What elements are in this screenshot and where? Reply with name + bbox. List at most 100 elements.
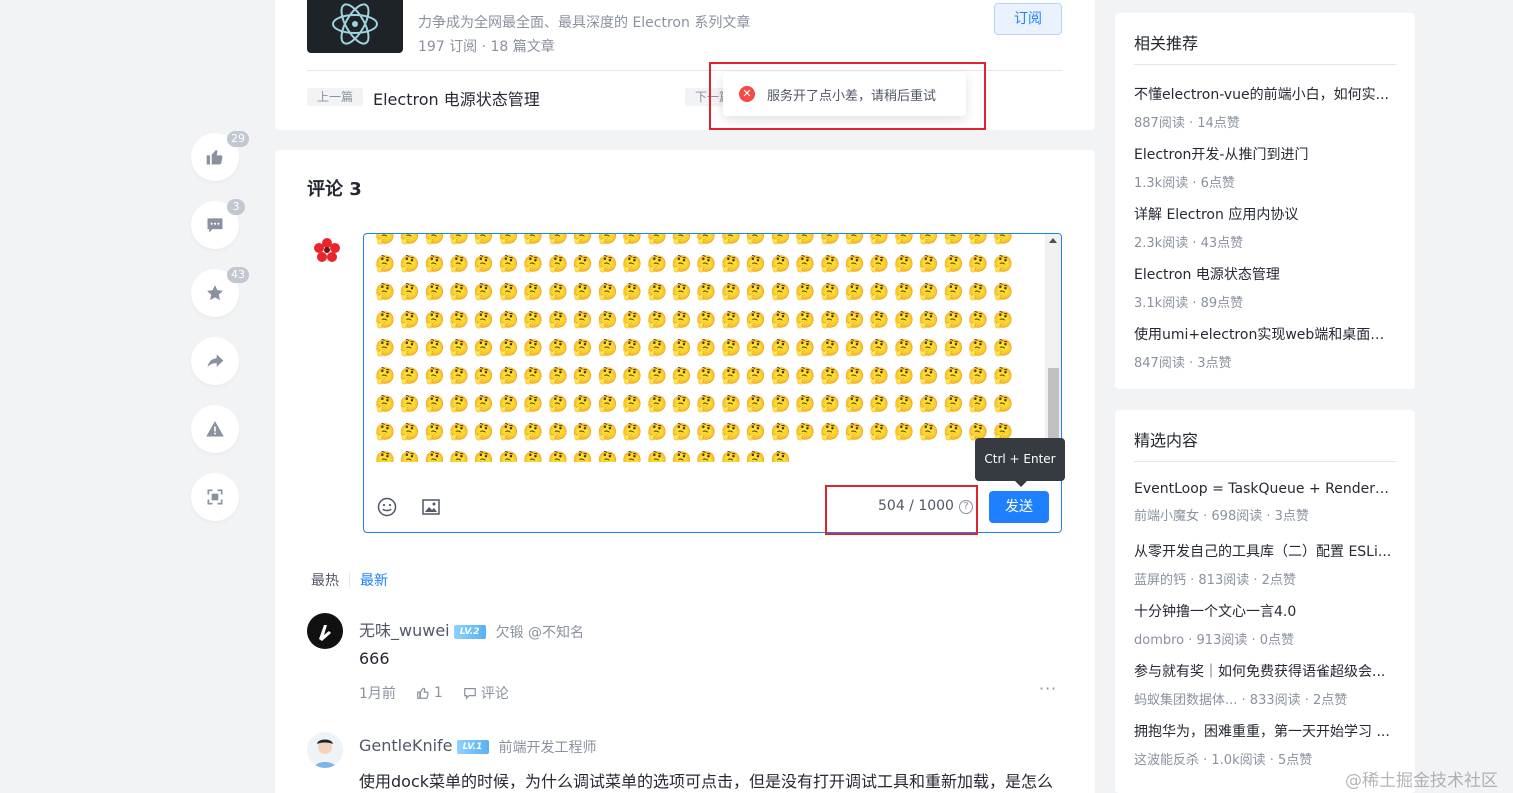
thumbs-up-icon bbox=[417, 687, 429, 699]
article-title[interactable]: 不懂electron-vue的前端小白，如何实... bbox=[1134, 84, 1396, 104]
featured-article-item[interactable]: EventLoop = TaskQueue + RenderQu... 前端小魔女… bbox=[1134, 481, 1396, 524]
comment-count-badge: 3 bbox=[227, 199, 245, 215]
comment-sort-tabs: 最热 最新 bbox=[311, 570, 388, 590]
subscribe-button[interactable]: 订阅 bbox=[994, 3, 1062, 35]
username-link[interactable]: 无味_wuwei bbox=[359, 621, 450, 640]
related-article-item[interactable]: 使用umi+electron实现web端和桌面端... 847阅读 · 3点赞 bbox=[1134, 324, 1396, 371]
comment-author: 无味_wuwei LV.2 欠锻 @不知名 bbox=[359, 617, 584, 642]
smiley-icon bbox=[377, 497, 397, 517]
collect-count-badge: 43 bbox=[227, 267, 249, 283]
thumbs-up-icon bbox=[206, 149, 223, 165]
avatar[interactable] bbox=[307, 613, 343, 649]
image-icon bbox=[422, 499, 440, 515]
divider bbox=[1134, 461, 1396, 462]
comment-time: 1月前 bbox=[359, 686, 396, 702]
comment-icon bbox=[207, 218, 223, 233]
article-meta: dombro · 913阅读 · 0点赞 bbox=[1134, 633, 1295, 648]
tab-new[interactable]: 最新 bbox=[360, 570, 388, 590]
featured-article-item[interactable]: 从零开发自己的工具库（二）配置 ESLi... 蓝屏的钙 · 813阅读 · 2点… bbox=[1134, 541, 1396, 588]
reply-icon bbox=[463, 688, 476, 700]
comment-author: GentleKnife LV.1 前端开发工程师 bbox=[359, 736, 597, 757]
divider bbox=[349, 573, 350, 587]
article-meta: 3.1k阅读 · 89点赞 bbox=[1134, 296, 1244, 311]
send-button[interactable]: 发送 bbox=[989, 491, 1049, 523]
related-article-item[interactable]: 详解 Electron 应用内协议 2.3k阅读 · 43点赞 bbox=[1134, 204, 1396, 251]
article-meta: 前端小魔女 · 698阅读 · 3点赞 bbox=[1134, 509, 1309, 524]
highlight-box-toast bbox=[709, 62, 986, 130]
comment-like-button[interactable]: 1 bbox=[416, 685, 443, 701]
comment-text: 666 bbox=[359, 649, 390, 668]
column-stats: 197 订阅 · 18 篇文章 bbox=[418, 39, 555, 55]
share-icon bbox=[207, 354, 224, 368]
divider bbox=[1134, 64, 1396, 65]
article-title[interactable]: Electron 电源状态管理 bbox=[1134, 264, 1396, 284]
level-badge: LV.2 bbox=[453, 624, 486, 639]
prev-article-link[interactable]: Electron 电源状态管理 bbox=[373, 86, 540, 110]
article-title[interactable]: 详解 Electron 应用内协议 bbox=[1134, 204, 1396, 224]
article-title[interactable]: 从零开发自己的工具库（二）配置 ESLi... bbox=[1134, 541, 1396, 561]
emoji-picker-button[interactable] bbox=[376, 496, 398, 518]
article-title[interactable]: 使用umi+electron实现web端和桌面端... bbox=[1134, 324, 1396, 344]
related-articles-card: 相关推荐 不懂electron-vue的前端小白，如何实... 887阅读 · 1… bbox=[1115, 13, 1415, 389]
comment-button[interactable]: 3 bbox=[191, 199, 245, 249]
article-meta: 2.3k阅读 · 43点赞 bbox=[1134, 236, 1244, 251]
article-meta: 蚂蚁集团数据体... · 833阅读 · 2点赞 bbox=[1134, 693, 1348, 708]
related-article-item[interactable]: 不懂electron-vue的前端小白，如何实... 887阅读 · 14点赞 bbox=[1134, 84, 1396, 131]
featured-article-item[interactable]: 拥抱华为，困难重重，第一天开始学习 ... 这波能反杀 · 1.0k阅读 · 5点… bbox=[1134, 721, 1396, 768]
article-meta: 蓝屏的钙 · 813阅读 · 2点赞 bbox=[1134, 573, 1296, 588]
related-article-item[interactable]: Electron 电源状态管理 3.1k阅读 · 89点赞 bbox=[1134, 264, 1396, 311]
article-title[interactable]: 拥抱华为，困难重重，第一天开始学习 ... bbox=[1134, 721, 1396, 741]
comment-item: GentleKnife LV.1 前端开发工程师 使用dock菜单的时候，为什么调试… bbox=[307, 732, 1067, 793]
article-meta: 887阅读 · 14点赞 bbox=[1134, 116, 1240, 131]
featured-content-card: 精选内容 EventLoop = TaskQueue + RenderQu...… bbox=[1115, 410, 1415, 793]
reply-label: 评论 bbox=[480, 686, 509, 702]
comment-input[interactable]: 🤔🤔🤔🤔🤔🤔🤔🤔🤔🤔🤔🤔🤔🤔🤔🤔🤔🤔🤔🤔🤔🤔🤔🤔🤔🤔🤔🤔🤔🤔🤔🤔🤔🤔🤔🤔🤔🤔🤔🤔… bbox=[375, 234, 1035, 462]
related-articles-title: 相关推荐 bbox=[1134, 34, 1199, 53]
user-avatar-icon bbox=[307, 732, 343, 768]
level-badge: LV.1 bbox=[456, 739, 489, 754]
comment-like-count: 1 bbox=[433, 685, 443, 701]
comment-section: 评论 3 🤔🤔🤔🤔🤔🤔🤔🤔🤔🤔🤔🤔🤔🤔🤔🤔🤔🤔🤔🤔🤔🤔🤔🤔🤔🤔🤔🤔🤔🤔🤔🤔🤔🤔🤔… bbox=[275, 150, 1095, 793]
highlight-box-counter bbox=[825, 485, 978, 535]
share-button[interactable] bbox=[191, 337, 239, 385]
related-article-item[interactable]: Electron开发-从推门到进门 1.3k阅读 · 6点赞 bbox=[1134, 144, 1396, 191]
fullscreen-button[interactable] bbox=[191, 473, 239, 521]
electron-logo-icon bbox=[332, 3, 378, 45]
more-options-icon[interactable]: ··· bbox=[1039, 679, 1057, 698]
article-title[interactable]: 十分钟撸一个文心一言4.0 bbox=[1134, 601, 1396, 621]
image-upload-button[interactable] bbox=[420, 496, 442, 518]
like-count-badge: 29 bbox=[227, 131, 249, 147]
like-button[interactable]: 29 bbox=[191, 131, 249, 181]
user-job-title: 前端开发工程师 bbox=[498, 739, 597, 756]
featured-article-item[interactable]: 十分钟撸一个文心一言4.0 dombro · 913阅读 · 0点赞 bbox=[1134, 601, 1396, 648]
collect-button[interactable]: 43 bbox=[191, 267, 249, 317]
comment-text: 使用dock菜单的时候，为什么调试菜单的选项可点击，但是没有打开调试工具和重新加… bbox=[359, 772, 1054, 791]
send-shortcut-tooltip: Ctrl + Enter bbox=[975, 438, 1065, 487]
focus-mode-icon bbox=[207, 489, 223, 505]
star-icon bbox=[207, 285, 223, 301]
current-user-avatar[interactable] bbox=[311, 236, 343, 268]
column-cover-image[interactable] bbox=[307, 0, 403, 53]
tab-hot[interactable]: 最热 bbox=[311, 570, 339, 590]
featured-content-title: 精选内容 bbox=[1134, 431, 1199, 450]
avatar[interactable] bbox=[307, 732, 343, 768]
user-job-title: 欠锻 @不知名 bbox=[495, 624, 585, 641]
featured-article-item[interactable]: 参与就有奖｜如何免费获得语雀超级会... 蚂蚁集团数据体... · 833阅读 ·… bbox=[1134, 661, 1396, 708]
article-meta: 847阅读 · 3点赞 bbox=[1134, 356, 1232, 371]
scroll-up-arrow-icon[interactable] bbox=[1049, 238, 1057, 243]
watermark: @稀土掘金技术社区 bbox=[1345, 771, 1498, 791]
warning-icon bbox=[206, 421, 224, 437]
article-title[interactable]: EventLoop = TaskQueue + RenderQu... bbox=[1134, 481, 1396, 497]
username-link[interactable]: GentleKnife bbox=[359, 736, 453, 755]
prev-article-tag: 上一篇 bbox=[307, 88, 364, 106]
article-title[interactable]: Electron开发-从推门到进门 bbox=[1134, 144, 1396, 164]
comment-reply-button[interactable]: 评论 bbox=[463, 683, 509, 703]
comment-section-title: 评论 3 bbox=[307, 179, 362, 200]
column-description: 力争成为全网最全面、最具深度的 Electron 系列文章 bbox=[418, 15, 751, 31]
article-meta: 1.3k阅读 · 6点赞 bbox=[1134, 176, 1235, 191]
user-avatar-icon bbox=[307, 613, 343, 649]
article-title[interactable]: 参与就有奖｜如何免费获得语雀超级会... bbox=[1134, 661, 1396, 681]
comment-meta: 1月前 1 评论 bbox=[359, 683, 529, 703]
comment-item: 无味_wuwei LV.2 欠锻 @不知名 666 1月前 1 评论 ··· bbox=[307, 613, 1067, 723]
report-button[interactable] bbox=[191, 405, 239, 453]
